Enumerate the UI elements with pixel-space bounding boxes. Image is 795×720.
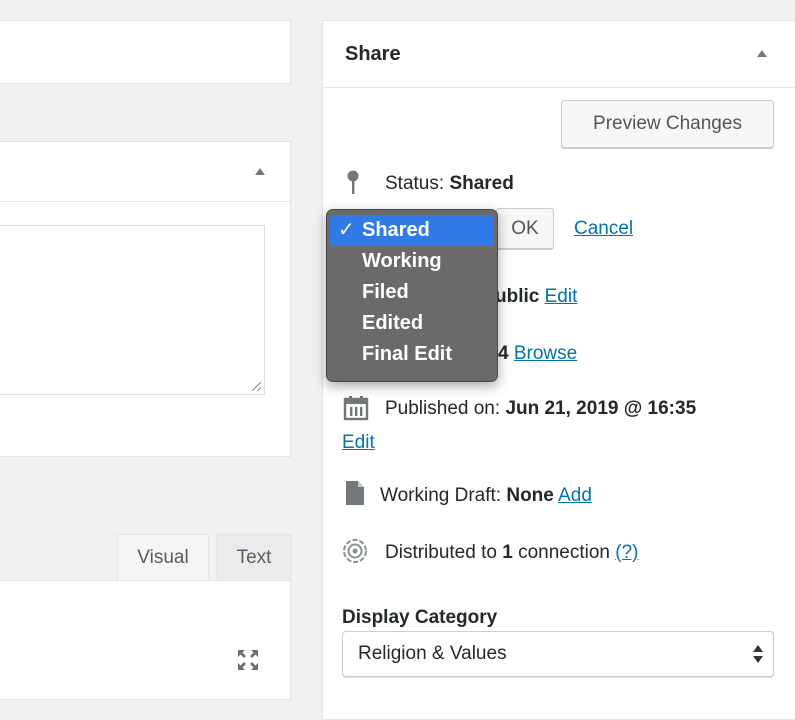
document-icon <box>346 481 364 505</box>
fullscreen-icon[interactable] <box>237 649 259 671</box>
share-panel-header[interactable]: Share <box>323 21 795 88</box>
calendar-icon <box>343 396 369 421</box>
status-option-filed[interactable]: Filed <box>327 277 497 308</box>
published-line: Published on: Jun 21, 2019 @ 16:35 <box>385 398 696 420</box>
distribute-icon <box>343 539 367 563</box>
working-draft-add-link[interactable]: Add <box>558 485 592 506</box>
published-edit-link[interactable]: Edit <box>342 432 375 454</box>
excerpt-textarea[interactable] <box>0 225 265 395</box>
working-draft-label: Working Draft: <box>380 485 502 506</box>
share-panel-title: Share <box>345 43 401 65</box>
status-line: Status: Shared <box>385 173 514 195</box>
distributed-line: Distributed to 1 connection (?) <box>385 542 639 564</box>
working-draft-line: Working Draft: None Add <box>380 485 592 507</box>
select-arrows-icon <box>753 645 763 663</box>
published-label: Published on: <box>385 398 501 419</box>
status-label: Status: <box>385 173 445 194</box>
visibility-line: ublic Edit <box>495 286 577 308</box>
status-dropdown-menu: ✓ Shared Working Filed Edited Final Edit <box>326 209 498 382</box>
preview-changes-button[interactable]: Preview Changes <box>561 100 774 148</box>
status-option-shared[interactable]: ✓ Shared <box>330 215 494 246</box>
revisions-count: 4 <box>498 343 509 364</box>
tab-visual[interactable]: Visual <box>117 534 209 580</box>
display-category-select[interactable]: Religion & Values <box>342 631 774 677</box>
status-option-working[interactable]: Working <box>327 246 497 277</box>
revisions-browse-link[interactable]: Browse <box>514 343 577 364</box>
published-date: Jun 21, 2019 @ 16:35 <box>505 398 697 419</box>
distributed-suffix: connection <box>518 542 610 563</box>
distributed-prefix: Distributed to <box>385 542 497 563</box>
distributed-help-link[interactable]: (?) <box>615 542 638 563</box>
distributed-count: 1 <box>502 542 513 563</box>
excerpt-panel-header[interactable] <box>0 142 290 202</box>
collapse-triangle-icon[interactable] <box>255 168 265 175</box>
status-ok-button[interactable]: OK <box>496 208 554 249</box>
visibility-edit-link[interactable]: Edit <box>545 286 578 307</box>
checkmark-icon: ✓ <box>338 219 355 241</box>
collapse-triangle-icon[interactable] <box>757 50 767 57</box>
title-panel[interactable] <box>0 20 291 84</box>
status-option-label: Shared <box>362 219 430 241</box>
working-draft-value: None <box>506 485 554 506</box>
status-cancel-link[interactable]: Cancel <box>574 218 633 240</box>
resize-handle-icon[interactable] <box>252 382 261 391</box>
pin-icon <box>347 170 359 194</box>
status-value: Shared <box>449 173 514 194</box>
visibility-value: ublic <box>495 286 540 307</box>
excerpt-panel <box>0 141 291 457</box>
display-category-label: Display Category <box>342 607 498 628</box>
display-category-value: Religion & Values <box>358 643 507 664</box>
status-option-edited[interactable]: Edited <box>327 308 497 339</box>
revisions-line: 4 Browse <box>498 343 577 365</box>
tab-text[interactable]: Text <box>216 534 292 580</box>
editor-toolbar <box>0 580 291 700</box>
status-option-final-edit[interactable]: Final Edit <box>327 339 497 370</box>
